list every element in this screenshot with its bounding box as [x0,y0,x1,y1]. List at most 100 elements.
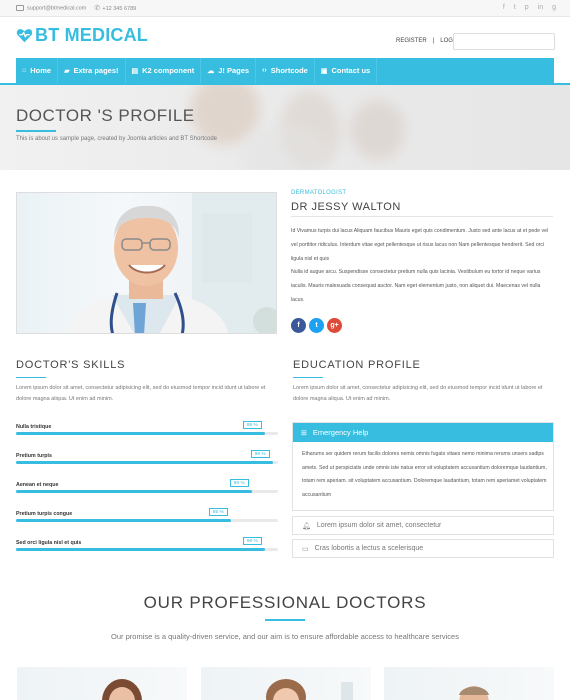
skills-underline [16,377,46,378]
nav-label: K2 component [142,66,195,75]
skill-percent-badge: 98 % [242,537,262,545]
pinterest-icon[interactable]: p [525,4,529,11]
skill-percent-badge: 85 % [208,508,228,516]
skill-percent-badge: 98 % [250,450,270,458]
skill-fill [16,548,265,551]
auth-links: REGISTER | LOGIN [393,38,462,44]
car-icon: ▣ [320,67,328,75]
doctor-name: DR JESSY WALTON [291,201,401,213]
skills-text: Lorem ipsum dolor sit amet, consectetur … [16,385,266,402]
nav-label: Shortcode [270,66,308,75]
banner-blur [350,100,405,160]
nav-item-contact-us[interactable]: ▣ Contact us [315,58,378,83]
skill-percent-badge: 90 % [229,479,249,487]
phone-icon: ✆ [94,5,101,12]
divider [291,216,553,217]
home-icon: ⌂ [22,67,27,74]
nav-item-k2-component[interactable]: ▤ K2 component [126,58,202,83]
top-bar: support@btmedical.com ✆ +12 345 6789 f t … [0,0,570,17]
accordion-item-label: Lorem ipsum dolor sit amet, consectetur [316,522,442,529]
email-contact[interactable]: support@btmedical.com [16,5,87,12]
email-text: support@btmedical.com [27,5,87,12]
list-icon: ▤ [131,67,139,75]
briefcase-icon: ▭ [302,545,309,553]
doctor-card-photo [459,686,489,700]
link-separator: | [432,38,435,44]
skill-fill [16,490,252,493]
bell-icon: 🔔︎ [302,522,311,530]
facebook-icon[interactable]: f [291,318,306,333]
skill-track [16,519,278,522]
accordion-item-label: Cras lobortis a lectus a scelerisque [314,545,424,552]
doctor-card-photo [102,679,142,700]
doctor-card-3[interactable] [384,667,554,700]
skill-track [16,432,278,435]
doctor-photo [16,192,277,334]
google-plus-icon[interactable]: g+ [327,318,342,333]
facebook-icon[interactable]: f [503,4,505,11]
doctor-card-photo [266,679,353,700]
accordion-body: Etharums ser quidem rerum facilis dolore… [302,451,547,498]
doctor-social-links: f t g+ [291,318,342,333]
code-icon: ‹› [262,67,267,74]
nav-item-j-pages[interactable]: ☁ J! Pages [201,58,257,83]
doctor-card-2[interactable] [201,667,371,700]
skill-percent-badge: 95 % [242,421,262,429]
education-heading: EDUCATION PROFILE [293,359,421,371]
dribbble-icon[interactable]: g [552,4,556,11]
skill-label: Pretium turpis [16,453,52,459]
title-underline [16,130,56,132]
twitter-icon[interactable]: t [309,318,324,333]
phone-text: +12 345 6789 [102,6,137,12]
skill-fill [16,461,273,464]
doctor-card-1[interactable] [17,667,187,700]
logo[interactable]: BT MEDICAL [16,25,148,46]
skill-label: Pretium turpis congue [16,511,73,517]
education-underline [293,377,323,378]
page-banner: DOCTOR 'S PROFILE This is about us sampl… [0,85,570,170]
page-subtitle: This is about us sample page, created by… [16,136,217,142]
nav-label: Home [30,66,52,75]
search-input[interactable] [453,33,555,50]
folder-icon: ▰ [64,67,70,75]
nav-item-shortcode[interactable]: ‹› Shortcode [256,58,315,83]
professional-heading: OUR PROFESSIONAL DOCTORS [143,593,427,612]
skill-label: Sed orci ligula nisl et quis [16,540,82,546]
skill-track [16,548,278,551]
skills-heading: DOCTOR'S SKILLS [16,359,126,371]
skill-fill [16,432,265,435]
skill-fill [16,519,231,522]
main-nav: ⌂ Home ▰ Extra pages! ▤ K2 component ☁ J! Pa… [16,58,554,83]
accordion-header-emergency[interactable]: ⊞ Emergency Help [293,423,553,442]
envelope-icon [16,5,24,12]
nav-label: Contact us [331,66,371,75]
accordion-item-1[interactable]: 🔔︎ Lorem ipsum dolor sit amet, consectetu… [292,516,554,535]
doctor-portrait [67,193,276,333]
accordion-title: Emergency Help [312,428,369,437]
skill-track [16,490,278,493]
nav-label: J! Pages [218,66,250,75]
phone-contact: ✆ +12 345 6789 [94,5,136,12]
skill-label: Aenean et neque [16,482,59,488]
accordion-item-2[interactable]: ▭ Cras lobortis a lectus a scelerisque [292,539,554,558]
register-link[interactable]: REGISTER [396,38,427,44]
skill-label: Nulla tristique [16,424,52,430]
heart-logo-icon [16,29,33,43]
nav-item-home[interactable]: ⌂ Home [16,58,59,83]
logo-text: BT MEDICAL [35,25,148,45]
bio-paragraph: Id Vivamus turpis dui lacus Aliquam fauc… [291,228,549,262]
doctor-bio: Id Vivamus turpis dui lacus Aliquam fauc… [291,225,553,308]
skill-track [16,461,278,464]
top-social-links: f t p in g [503,4,556,11]
accordion-panel-open: ⊞ Emergency Help Etharums ser quidem reru… [292,422,554,511]
nav-item-extra-pages[interactable]: ▰ Extra pages! [58,58,126,83]
doctor-department: DERMATOLOGIST [291,190,347,196]
bio-paragraph: Nulla id augue arcu. Suspendisse consect… [291,269,541,303]
nav-label: Extra pages! [73,66,119,75]
professional-underline [265,619,305,621]
contact-info: support@btmedical.com ✆ +12 345 6789 [16,5,136,12]
linkedin-icon[interactable]: in [538,4,543,11]
cloud-icon: ☁ [207,67,215,75]
twitter-icon[interactable]: t [514,4,516,11]
professional-subtitle: Our promise is a quality-driven service,… [111,632,459,641]
